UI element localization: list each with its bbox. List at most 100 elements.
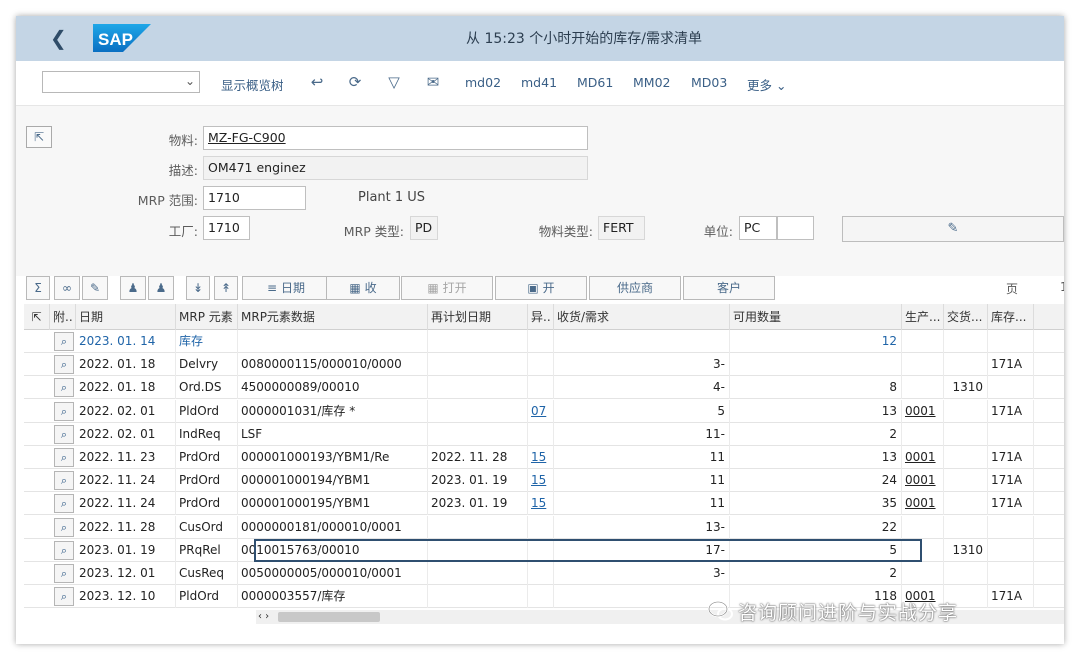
magnifier-icon[interactable]: ⌕: [54, 564, 74, 583]
mrp-area-field[interactable]: 1710: [203, 186, 306, 210]
add-person-icon[interactable]: ♟: [120, 276, 146, 300]
magnifier-icon[interactable]: ⌕: [54, 494, 74, 514]
col-production[interactable]: 生产...: [902, 304, 944, 330]
date-button[interactable]: ≡ 日期: [242, 276, 330, 300]
table-row[interactable]: ⌕ 2022. 11. 28 CusOrd 0000000181/000010/000…: [24, 515, 1064, 539]
cell-exc[interactable]: 15: [528, 469, 554, 493]
calendar-icon: ▣: [527, 281, 539, 295]
cell-elem: CusReq: [176, 562, 238, 585]
magnifier-icon[interactable]: ⌕: [54, 587, 74, 607]
mrp-area-text: Plant 1 US: [358, 190, 426, 205]
mail-icon[interactable]: ✉: [422, 71, 444, 93]
pencil-icon[interactable]: ✎: [82, 276, 108, 300]
cell-avail: [730, 353, 902, 377]
customer-button[interactable]: 客户: [683, 276, 775, 300]
exit-icon[interactable]: ↩: [306, 71, 328, 93]
table-row[interactable]: ⌕ 2022. 01. 18 Delvry 0080000115/000010/000…: [24, 353, 1064, 377]
collapse-up-icon[interactable]: ↟: [214, 276, 238, 300]
receipt-button[interactable]: ▦ 收: [326, 276, 400, 300]
col-mrp-element-data[interactable]: MRP元素数据: [238, 304, 428, 330]
magnifier-icon[interactable]: ⌕: [54, 517, 74, 537]
md03-button[interactable]: MD03: [691, 75, 727, 93]
plant-field[interactable]: 1710: [203, 216, 250, 240]
filter-icon[interactable]: ▽: [383, 71, 405, 93]
table-row[interactable]: ⌕ 2023. 01. 19 PRqRel 0010015763/00010 17- 5 1…: [24, 538, 1064, 562]
cell-deliv: [944, 515, 988, 539]
open2-button[interactable]: ▣ 开: [495, 276, 587, 300]
chevron-down-icon: ⌄: [184, 74, 195, 88]
table-row[interactable]: ⌕ 2022. 11. 24 PrdOrd 000001000195/YBM1 2023…: [24, 492, 1064, 516]
col-mrp-element[interactable]: MRP 元素: [176, 304, 238, 330]
cell-exc[interactable]: 15: [528, 446, 554, 469]
cell-prod: [902, 376, 944, 400]
table-row[interactable]: ⌕ 2022. 11. 24 PrdOrd 000001000194/YBM1 2023…: [24, 469, 1064, 493]
col-delivery[interactable]: 交货...: [944, 304, 988, 330]
material-field[interactable]: MZ-FG-C900: [203, 126, 588, 150]
cell-prod: [902, 330, 944, 353]
cell-data: 0000000181/000010/0001: [238, 515, 428, 539]
magnifier-icon[interactable]: ⌕: [54, 471, 74, 491]
unit-field[interactable]: PC: [739, 216, 777, 240]
watermark-text: 咨询顾问进阶与实战分享: [738, 602, 959, 624]
md41-button[interactable]: md41: [521, 75, 557, 93]
table-row[interactable]: ⌕ 2022. 11. 23 PrdOrd 000001000193/YBM1/Re 2…: [24, 446, 1064, 469]
sum-icon[interactable]: Σ: [26, 276, 50, 300]
cell-exc[interactable]: 15: [528, 492, 554, 516]
cell-elem: CusOrd: [176, 515, 238, 539]
md61-button[interactable]: MD61: [577, 75, 613, 93]
collapse-header-icon[interactable]: ⇱: [26, 126, 52, 148]
col-exception[interactable]: 异..: [528, 304, 554, 330]
table-row[interactable]: ⌕ 2022. 01. 18 Ord.DS 4500000089/00010 4- 8 13…: [24, 376, 1064, 400]
magnifier-icon[interactable]: ⌕: [54, 378, 74, 398]
cell-date: 2022. 01. 18: [76, 353, 176, 377]
md02-button[interactable]: md02: [465, 75, 501, 93]
col-available-qty[interactable]: 可用数量: [730, 304, 902, 330]
cell-data: 4500000089/00010: [238, 376, 428, 400]
back-icon[interactable]: ❮: [50, 26, 72, 50]
add-person-alt-icon[interactable]: ♟: [148, 276, 174, 300]
more-button[interactable]: 更多 ⌄: [747, 75, 786, 93]
unit-extra-field[interactable]: [777, 216, 814, 240]
cell-prod: [902, 562, 944, 585]
refresh-icon[interactable]: ⟳: [344, 71, 366, 93]
col-attach[interactable]: 附..: [50, 304, 76, 330]
table-row[interactable]: ⌕ 2023. 12. 01 CusReq 0050000005/000010/000…: [24, 562, 1064, 585]
magnifier-icon[interactable]: ⌕: [54, 424, 74, 444]
cell-exc[interactable]: 07: [528, 399, 554, 423]
magnifier-icon[interactable]: ⌕: [54, 332, 74, 351]
variant-select[interactable]: ⌄: [42, 71, 200, 93]
magnifier-icon[interactable]: ⌕: [54, 355, 74, 375]
col-receipt-requirement[interactable]: 收货/需求: [554, 304, 730, 330]
cell-deliv: [944, 446, 988, 469]
receipt-button-label: 收: [364, 281, 377, 295]
col-reschedule-date[interactable]: 再计划日期: [428, 304, 528, 330]
cell-data: 0000003557/库存: [238, 585, 428, 609]
table-row[interactable]: ⌕ 2023. 01. 14 库存 12: [24, 330, 1064, 353]
magnifier-icon[interactable]: ⌕: [54, 540, 74, 560]
chevron-down-icon: ⌄: [776, 78, 787, 93]
table-row[interactable]: ⌕ 2022. 02. 01 IndReq LSF 11- 2: [24, 422, 1064, 446]
expand-down-icon[interactable]: ↡: [186, 276, 210, 300]
cell-deliv: [944, 469, 988, 493]
show-overview-tree-button[interactable]: 显示概览树: [221, 75, 284, 93]
col-date[interactable]: 日期: [76, 304, 176, 330]
edit-icon[interactable]: ✎: [842, 216, 1064, 242]
mm02-button[interactable]: MM02: [633, 75, 670, 93]
svg-text:SAP: SAP: [98, 30, 133, 49]
vendor-button[interactable]: 供应商: [589, 276, 681, 300]
open-button[interactable]: ▦ 打开: [401, 276, 493, 300]
cell-prod: [902, 515, 944, 539]
cell-qty: 11: [554, 446, 730, 469]
cell-stor: [988, 330, 1034, 353]
col-storage[interactable]: 库存...: [988, 304, 1034, 330]
scroll-arrows-icon[interactable]: ‹ ›: [258, 610, 269, 624]
cell-exc: [528, 353, 554, 377]
table-row[interactable]: ⌕ 2022. 02. 01 PldOrd 0000001031/库存 * 07 5 13 0…: [24, 399, 1064, 423]
magnifier-icon[interactable]: ⌕: [54, 401, 74, 421]
scroll-thumb[interactable]: [278, 612, 380, 622]
cell-exc: [528, 422, 554, 446]
cell-data: 000001000195/YBM1: [238, 492, 428, 516]
grid-settings-icon[interactable]: ⇱: [24, 304, 50, 330]
glasses-icon[interactable]: ∞: [54, 276, 80, 300]
magnifier-icon[interactable]: ⌕: [54, 448, 74, 467]
